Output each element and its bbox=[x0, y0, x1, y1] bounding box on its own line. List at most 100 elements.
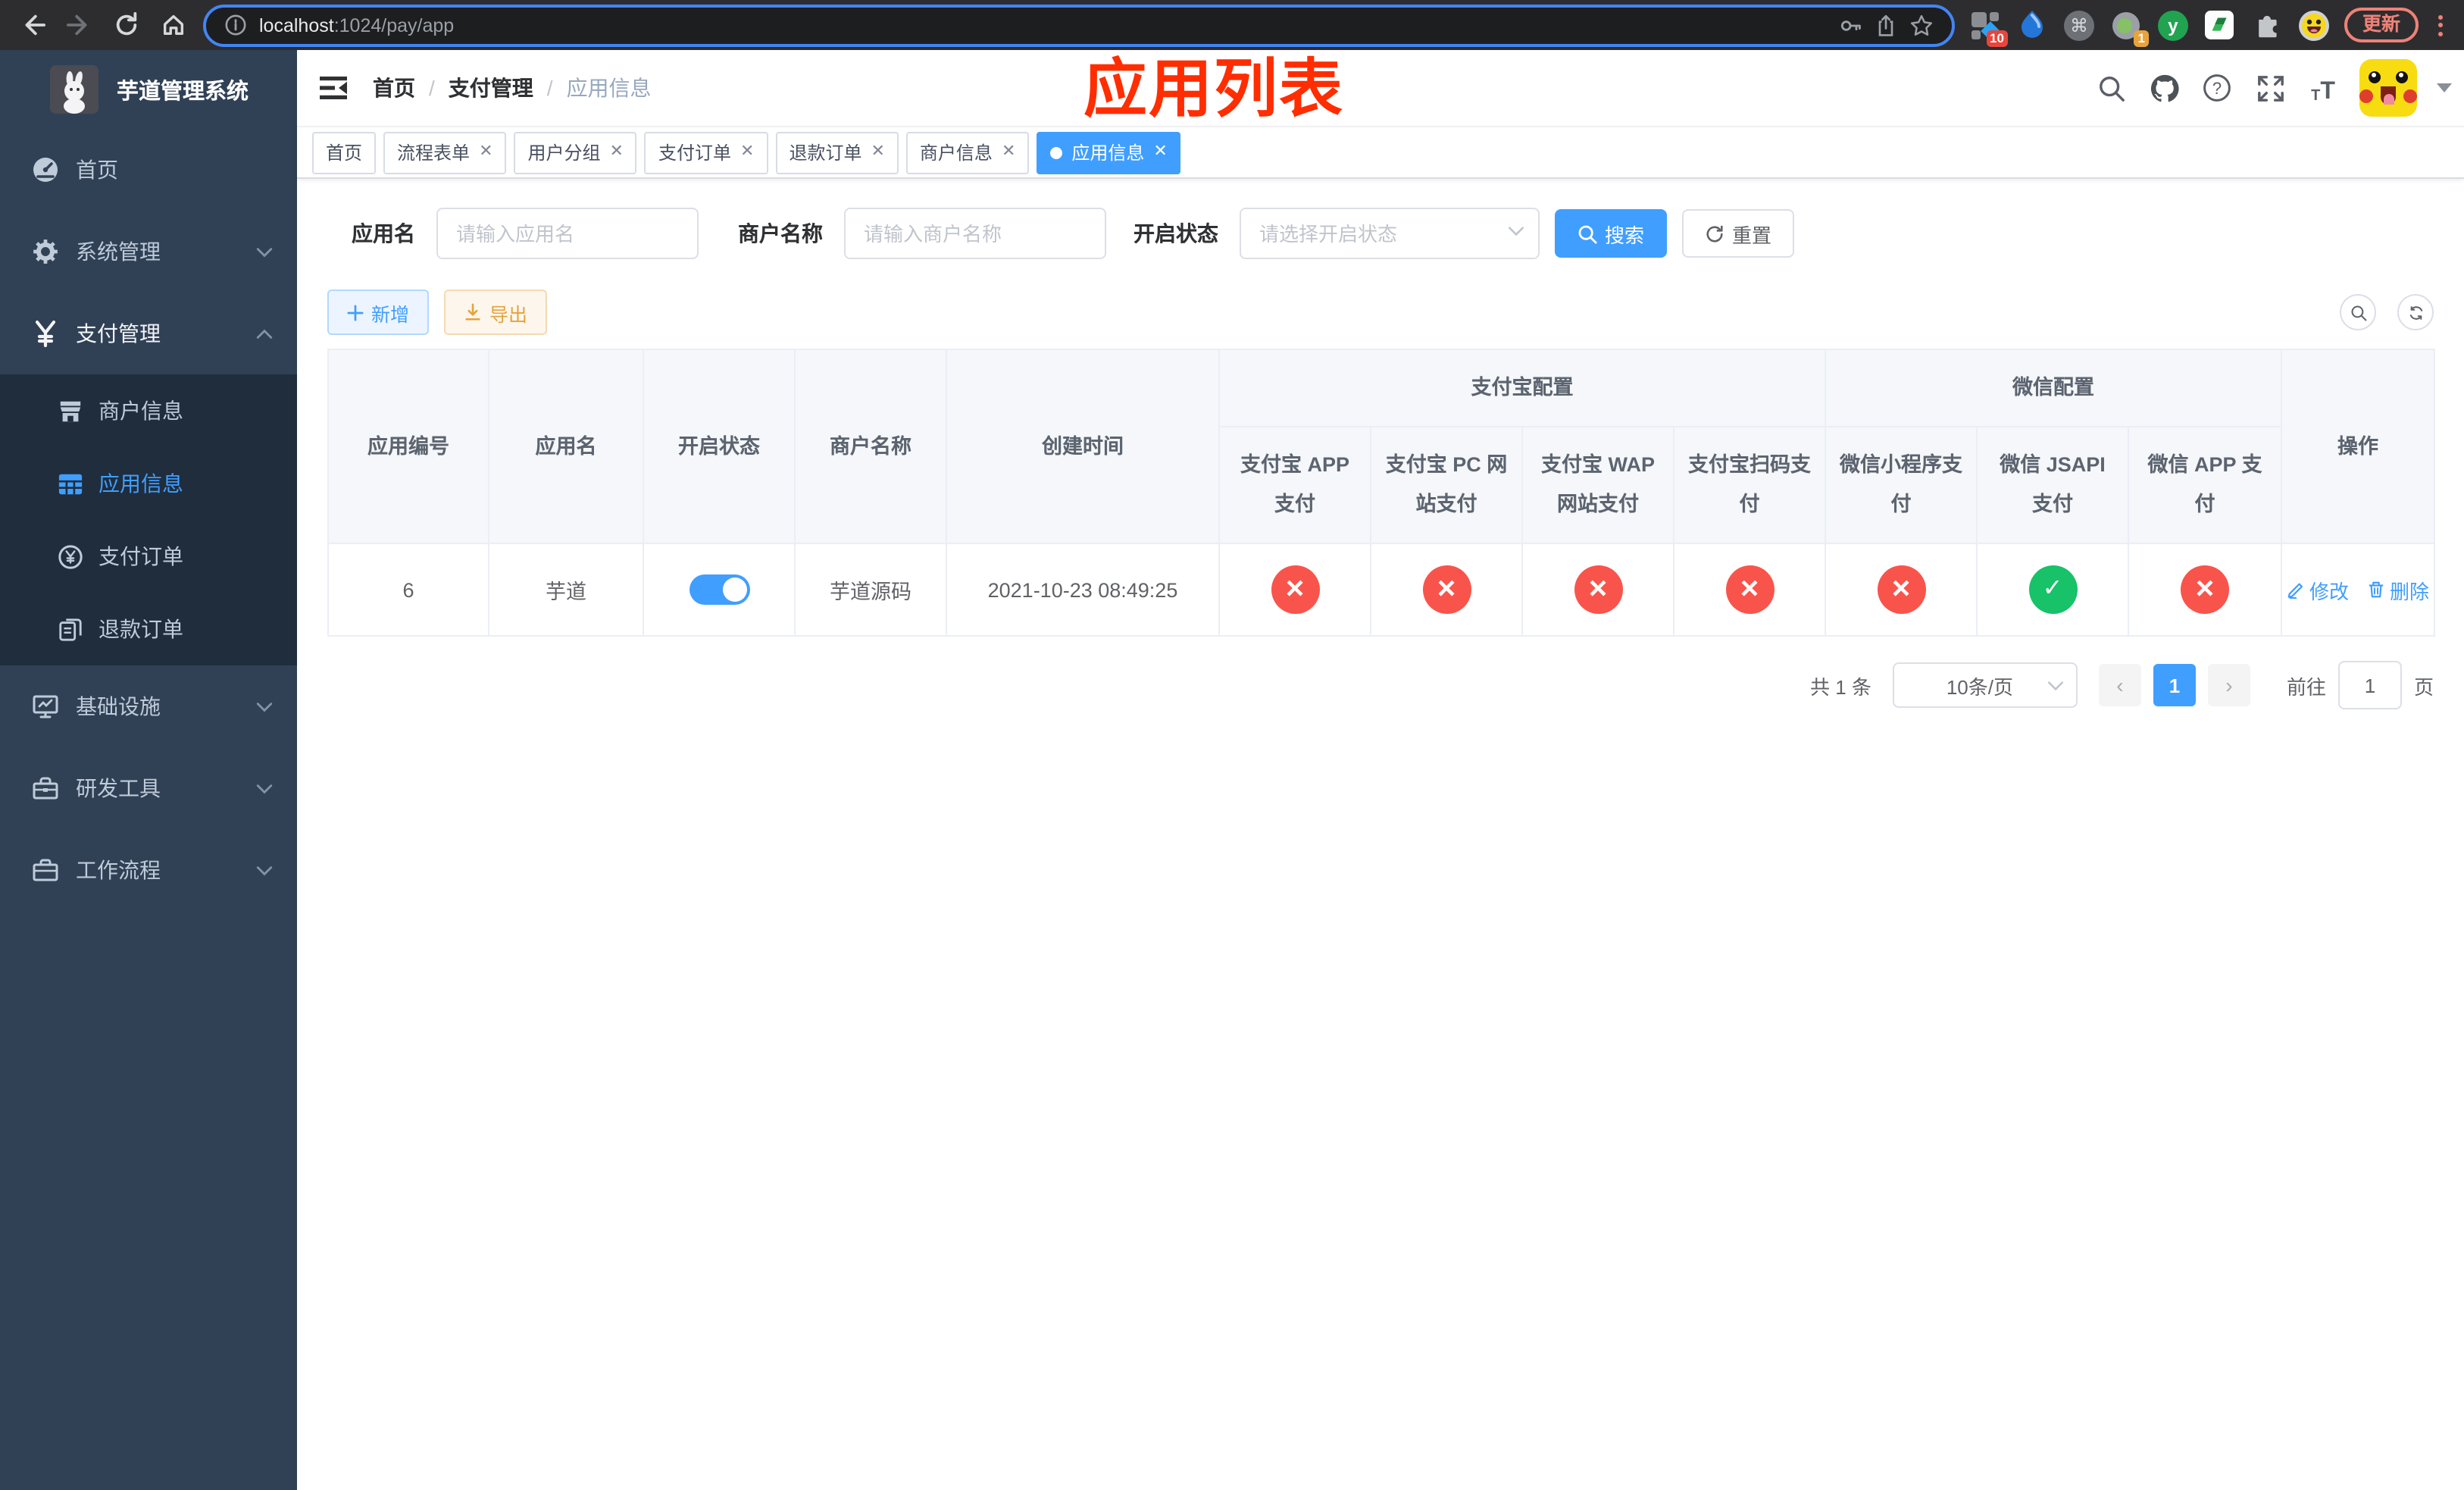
avatar-caret-icon[interactable] bbox=[2437, 83, 2452, 92]
goto-page-input[interactable] bbox=[2337, 661, 2402, 709]
close-icon[interactable]: ✕ bbox=[740, 143, 754, 161]
status-select[interactable] bbox=[1240, 208, 1540, 259]
extension-y-icon[interactable]: y bbox=[2156, 8, 2190, 42]
sidebar-item-app-info[interactable]: 应用信息 bbox=[0, 447, 297, 520]
sidebar-item-merchant-info[interactable]: 商户信息 bbox=[0, 374, 297, 447]
col-created: 创建时间 bbox=[946, 349, 1220, 544]
search-button[interactable]: 搜索 bbox=[1555, 209, 1668, 258]
browser-menu-icon[interactable] bbox=[2432, 14, 2449, 36]
tab-app-info-active[interactable]: 应用信息 ✕ bbox=[1037, 131, 1181, 174]
current-page[interactable]: 1 bbox=[2153, 664, 2196, 706]
tab-process-form[interactable]: 流程表单 ✕ bbox=[383, 131, 507, 174]
merchant-name-input[interactable] bbox=[846, 222, 1105, 245]
alipay-wap-status-icon bbox=[1574, 565, 1622, 614]
sidebar-item-home[interactable]: 首页 bbox=[0, 129, 297, 211]
close-icon[interactable]: ✕ bbox=[1153, 143, 1167, 161]
reset-button[interactable]: 重置 bbox=[1682, 209, 1795, 258]
fullscreen-icon[interactable] bbox=[2253, 71, 2287, 105]
table-row: 6 芋道 芋道源码 2021-10-23 08:49:25 × × × × × … bbox=[327, 543, 2436, 637]
edit-link[interactable]: 修改 bbox=[2287, 575, 2349, 604]
yen-icon bbox=[27, 320, 64, 347]
next-page-button[interactable]: › bbox=[2207, 664, 2250, 706]
help-icon[interactable]: ? bbox=[2200, 71, 2234, 105]
app-name-input[interactable] bbox=[438, 222, 697, 245]
merchant-name-label: 商户名称 bbox=[738, 221, 823, 246]
sidebar-item-dev-tools[interactable]: 研发工具 bbox=[0, 747, 297, 829]
tab-home[interactable]: 首页 bbox=[312, 131, 377, 174]
sidebar-logo[interactable]: 芋道管理系统 bbox=[0, 50, 297, 129]
app-table: 应用编号 应用名 开启状态 商户名称 创建时间 支付宝配置 微信配置 操作 支付… bbox=[327, 349, 2436, 637]
extension-flag-icon[interactable] bbox=[2203, 8, 2237, 42]
main-area: 应用列表 首页 / 支付管理 / 应用信息 ? T T 首页 流程表单 ✕ 用户… bbox=[297, 50, 2464, 1490]
browser-reload-button[interactable] bbox=[109, 8, 142, 42]
extension-emoji-icon[interactable] bbox=[2297, 8, 2331, 42]
alipay-app-status-icon bbox=[1271, 565, 1319, 614]
share-icon[interactable] bbox=[1875, 13, 1897, 37]
sidebar-item-pay-orders[interactable]: 支付订单 bbox=[0, 520, 297, 593]
refresh-button[interactable] bbox=[2397, 294, 2434, 330]
monitor-icon bbox=[27, 693, 64, 720]
close-icon[interactable]: ✕ bbox=[1002, 143, 1015, 161]
page-size-select[interactable]: 10条/页 bbox=[1892, 662, 2078, 708]
user-avatar[interactable] bbox=[2359, 59, 2417, 117]
sidebar-menu: 首页 系统管理 支付管理 商户信息 应用信息 支付订单 退款订单 基础设施 研发… bbox=[0, 129, 297, 1490]
group-wechat-config: 微信配置 bbox=[1824, 349, 2283, 427]
screen: localhost:1024/pay/app 10 ⌘ 1 y 更新 芋道管理系… bbox=[0, 0, 2464, 1490]
font-size-icon[interactable]: TT bbox=[2306, 71, 2340, 105]
hide-search-button[interactable] bbox=[2340, 294, 2376, 330]
chevron-up-icon bbox=[256, 328, 273, 339]
browser-toolbar: localhost:1024/pay/app 10 ⌘ 1 y 更新 bbox=[0, 0, 2464, 50]
coin-yen-icon bbox=[58, 543, 83, 569]
close-icon[interactable]: ✕ bbox=[610, 143, 624, 161]
status-select-input[interactable] bbox=[1241, 222, 1538, 245]
tab-merchant-info[interactable]: 商户信息 ✕ bbox=[905, 131, 1030, 174]
goto-label: 前往 bbox=[2286, 675, 2326, 698]
tab-user-group[interactable]: 用户分组 ✕ bbox=[514, 131, 637, 174]
add-button[interactable]: 新增 bbox=[327, 290, 430, 335]
sidebar-item-payment[interactable]: 支付管理 bbox=[0, 293, 297, 374]
app-title: 芋道管理系统 bbox=[117, 80, 249, 104]
password-key-icon[interactable] bbox=[1838, 13, 1862, 37]
col-status: 开启状态 bbox=[643, 349, 796, 544]
status-toggle[interactable] bbox=[689, 574, 749, 605]
delete-link[interactable]: 删除 bbox=[2367, 575, 2429, 604]
extension-proxy-icon[interactable]: 1 bbox=[2109, 8, 2149, 46]
chevron-down-icon bbox=[256, 783, 273, 794]
tab-pay-orders[interactable]: 支付订单 ✕ bbox=[644, 131, 768, 174]
top-navbar: 首页 / 支付管理 / 应用信息 ? T T bbox=[297, 50, 2464, 127]
close-icon[interactable]: ✕ bbox=[871, 143, 884, 161]
sidebar-item-workflow[interactable]: 工作流程 bbox=[0, 829, 297, 911]
tags-view-bar: 首页 流程表单 ✕ 用户分组 ✕ 支付订单 ✕ 退款订单 ✕ 商户信息 ✕ 应用信息 ✕ bbox=[297, 127, 2464, 179]
document-icon bbox=[58, 616, 83, 642]
sidebar-item-refund-orders[interactable]: 退款订单 bbox=[0, 593, 297, 665]
chevron-down-icon bbox=[256, 701, 273, 712]
browser-back-button[interactable] bbox=[15, 8, 48, 42]
group-alipay-config: 支付宝配置 bbox=[1218, 349, 1826, 427]
breadcrumb-payment[interactable]: 支付管理 bbox=[449, 73, 533, 103]
cell-app-name: 芋道 bbox=[488, 543, 644, 637]
browser-update-button[interactable]: 更新 bbox=[2344, 8, 2419, 42]
sidebar-collapse-icon[interactable] bbox=[318, 74, 349, 102]
breadcrumb-home[interactable]: 首页 bbox=[373, 73, 415, 103]
extension-tampermonkey-icon[interactable]: 10 bbox=[1968, 8, 2008, 46]
extension-command-icon[interactable]: ⌘ bbox=[2062, 8, 2096, 42]
sidebar-item-system[interactable]: 系统管理 bbox=[0, 211, 297, 293]
tab-refund-orders[interactable]: 退款订单 ✕ bbox=[775, 131, 899, 174]
browser-forward-button[interactable] bbox=[62, 8, 95, 42]
sidebar-item-infrastructure[interactable]: 基础设施 bbox=[0, 665, 297, 747]
extension-puzzle-icon[interactable] bbox=[2250, 8, 2284, 42]
url-bar[interactable]: localhost:1024/pay/app bbox=[203, 4, 1955, 46]
site-info-icon[interactable] bbox=[224, 14, 247, 36]
extension-badge: 10 bbox=[1986, 30, 2008, 46]
dashboard-icon bbox=[27, 156, 64, 183]
prev-page-button[interactable]: ‹ bbox=[2098, 664, 2141, 706]
search-icon[interactable] bbox=[2094, 71, 2128, 105]
bookmark-star-icon[interactable] bbox=[1909, 13, 1934, 37]
close-icon[interactable]: ✕ bbox=[479, 143, 492, 161]
browser-home-button[interactable] bbox=[156, 8, 189, 42]
table-tools bbox=[2340, 294, 2434, 330]
extension-drop-icon[interactable] bbox=[2015, 8, 2049, 42]
github-icon[interactable] bbox=[2147, 71, 2181, 105]
export-button[interactable]: 导出 bbox=[444, 290, 548, 335]
cell-actions: 修改 删除 bbox=[2281, 543, 2436, 637]
